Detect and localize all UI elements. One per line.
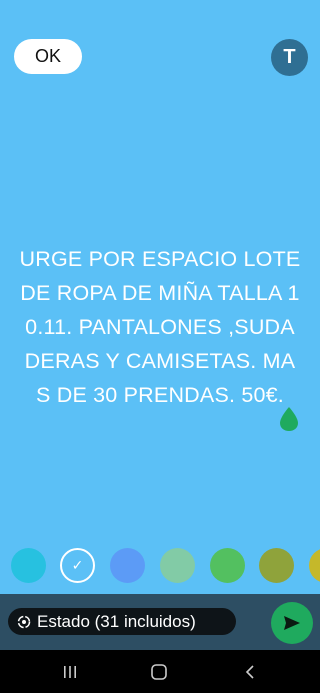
color-swatch-selected[interactable]: ✓ (60, 548, 95, 583)
home-button[interactable] (147, 660, 171, 684)
home-icon (151, 664, 167, 680)
send-icon (284, 616, 300, 630)
back-button[interactable] (238, 660, 262, 684)
color-palette: ✓ (0, 547, 320, 585)
ok-button[interactable]: OK (14, 39, 82, 74)
color-drop-icon[interactable] (279, 406, 299, 432)
color-swatch[interactable] (309, 548, 320, 583)
recipients-selector[interactable]: Estado (31 incluidos) (8, 608, 236, 635)
back-icon (245, 665, 254, 679)
recents-icon (64, 666, 76, 678)
status-canvas[interactable]: OK T URGE POR ESPACIO LOTE DE ROPA DE MI… (0, 0, 320, 594)
status-ring-icon (17, 615, 31, 628)
status-text[interactable]: URGE POR ESPACIO LOTE DE ROPA DE MIÑA TA… (18, 242, 302, 412)
color-swatch[interactable] (11, 548, 46, 583)
composer-bar: Estado (31 incluidos) (0, 594, 320, 650)
system-nav-bar (0, 650, 320, 693)
color-swatch[interactable] (210, 548, 245, 583)
color-swatch[interactable] (110, 548, 145, 583)
recipients-label: Estado (31 incluidos) (37, 611, 196, 631)
checkmark-icon: ✓ (71, 557, 84, 573)
color-swatch[interactable] (160, 548, 195, 583)
color-swatch[interactable] (259, 548, 294, 583)
avatar[interactable]: T (271, 39, 308, 76)
send-button[interactable] (271, 602, 313, 644)
recents-button[interactable] (58, 660, 82, 684)
